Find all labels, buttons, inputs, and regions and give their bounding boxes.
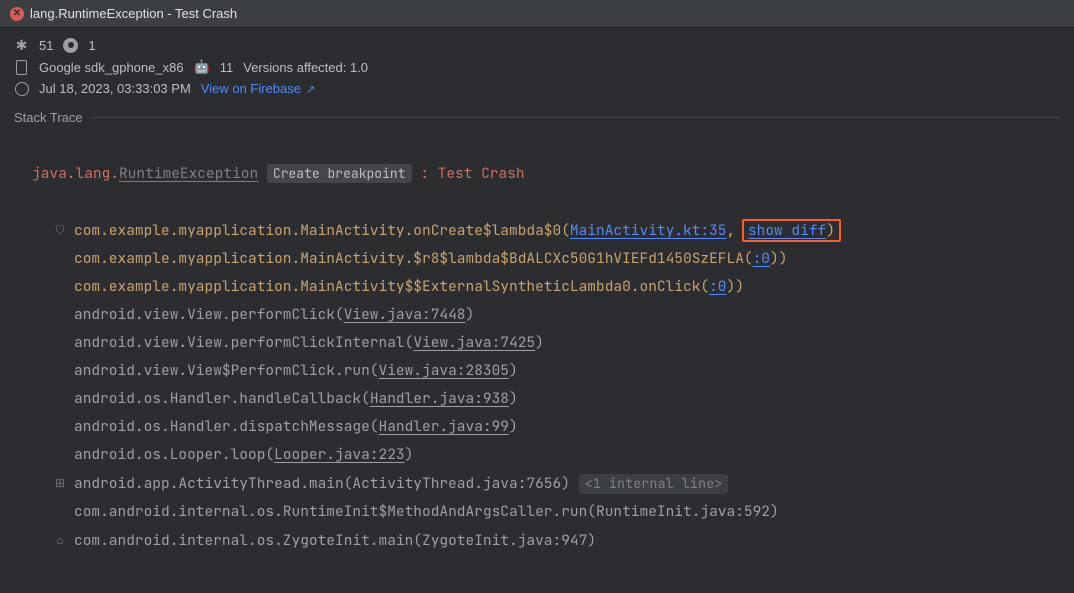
android-api: 11 bbox=[220, 60, 234, 75]
stack-frame: android.view.View.performClickInternal(V… bbox=[18, 329, 1064, 357]
frame-call: android.app.ActivityThread.main(Activity… bbox=[74, 474, 579, 493]
stack-frame: ⊞ android.app.ActivityThread.main(Activit… bbox=[18, 469, 1064, 498]
exception-class[interactable]: RuntimeException bbox=[119, 164, 258, 183]
android-icon: 🤖 bbox=[194, 59, 210, 75]
source-link[interactable]: Handler.java:99 bbox=[379, 417, 510, 436]
divider bbox=[91, 117, 1060, 118]
stack-trace-label: Stack Trace bbox=[14, 110, 83, 125]
stack-trace: java.lang.RuntimeException Create breakp… bbox=[0, 128, 1074, 593]
frame-call: com.android.internal.os.ZygoteInit.main(… bbox=[74, 531, 596, 550]
stack-frame: com.example.myapplication.MainActivity$$… bbox=[18, 273, 1064, 301]
view-on-firebase-link[interactable]: View on Firebase ↗ bbox=[201, 81, 316, 96]
frame-call: android.view.View.performClick( bbox=[74, 305, 344, 324]
gutter-icon[interactable]: ⊞ bbox=[52, 469, 68, 497]
clock-icon bbox=[14, 81, 29, 96]
device-icon bbox=[14, 60, 29, 75]
source-link[interactable]: :0 bbox=[753, 249, 770, 268]
timestamp-row: Jul 18, 2023, 03:33:03 PM View on Fireba… bbox=[14, 81, 1060, 96]
gutter-icon[interactable]: ⛉ bbox=[52, 216, 68, 244]
crash-count-icon bbox=[14, 38, 29, 53]
event-timestamp: Jul 18, 2023, 03:33:03 PM bbox=[39, 81, 191, 96]
source-link[interactable]: :0 bbox=[709, 277, 726, 296]
stack-frame: com.example.myapplication.MainActivity.$… bbox=[18, 245, 1064, 273]
frame-call: android.os.Handler.dispatchMessage( bbox=[74, 417, 379, 436]
frame-call: com.example.myapplication.MainActivity.$… bbox=[74, 249, 753, 268]
stack-frame: com.android.internal.os.RuntimeInit$Meth… bbox=[18, 498, 1064, 526]
stack-frame: android.os.Handler.handleCallback(Handle… bbox=[18, 385, 1064, 413]
error-icon: ✕ bbox=[10, 7, 24, 21]
stats-row: 51 1 bbox=[14, 38, 1060, 53]
gutter-icon[interactable]: ⌂ bbox=[52, 526, 68, 554]
frame-call: com.example.myapplication.MainActivity$$… bbox=[74, 277, 709, 296]
frame-call: android.view.View$PerformClick.run( bbox=[74, 361, 379, 380]
exception-message: Test Crash bbox=[438, 164, 525, 183]
frame-call: com.example.myapplication.MainActivity.o… bbox=[74, 221, 570, 240]
section-label-row: Stack Trace bbox=[0, 100, 1074, 128]
source-link[interactable]: View.java:7448 bbox=[344, 305, 466, 324]
stack-frame: ⌂ com.android.internal.os.ZygoteInit.main… bbox=[18, 526, 1064, 555]
stack-frame: android.os.Looper.loop(Looper.java:223) bbox=[18, 441, 1064, 469]
create-breakpoint-button[interactable]: Create breakpoint bbox=[267, 164, 412, 183]
device-name: Google sdk_gphone_x86 bbox=[39, 60, 184, 75]
stack-frame: ⛉ com.example.myapplication.MainActivity.… bbox=[18, 216, 1064, 245]
show-diff-link[interactable]: show diff bbox=[748, 221, 826, 240]
stack-frame: android.os.Handler.dispatchMessage(Handl… bbox=[18, 413, 1064, 441]
internal-line-badge[interactable]: <1 internal line> bbox=[579, 474, 729, 494]
window-header: ✕ lang.RuntimeException - Test Crash bbox=[0, 0, 1074, 28]
frame-call: com.android.internal.os.RuntimeInit$Meth… bbox=[74, 502, 779, 521]
crash-count: 51 bbox=[39, 38, 53, 53]
user-count: 1 bbox=[88, 38, 95, 53]
exception-separator: : bbox=[412, 164, 438, 183]
frame-call: android.view.View.performClickInternal( bbox=[74, 333, 413, 352]
window-title: lang.RuntimeException - Test Crash bbox=[30, 6, 237, 21]
external-link-icon: ↗ bbox=[303, 84, 315, 96]
highlight-box: show diff) bbox=[742, 219, 841, 242]
source-link[interactable]: View.java:7425 bbox=[413, 333, 535, 352]
source-link[interactable]: View.java:28305 bbox=[379, 361, 510, 380]
stack-frame: android.view.View.performClick(View.java… bbox=[18, 301, 1064, 329]
source-link[interactable]: MainActivity.kt:35 bbox=[570, 221, 727, 240]
crash-meta: 51 1 Google sdk_gphone_x86 🤖 11 Versions… bbox=[0, 28, 1074, 100]
source-link[interactable]: Handler.java:938 bbox=[370, 389, 509, 408]
frame-call: android.os.Looper.loop( bbox=[74, 445, 274, 464]
source-link[interactable]: Looper.java:223 bbox=[274, 445, 405, 464]
exception-package: java.lang. bbox=[32, 164, 119, 183]
user-count-icon bbox=[63, 38, 78, 53]
versions-affected: Versions affected: 1.0 bbox=[243, 60, 368, 75]
stack-frame: android.view.View$PerformClick.run(View.… bbox=[18, 357, 1064, 385]
exception-line: java.lang.RuntimeException Create breakp… bbox=[18, 160, 1064, 188]
device-row: Google sdk_gphone_x86 🤖 11 Versions affe… bbox=[14, 59, 1060, 75]
frame-call: android.os.Handler.handleCallback( bbox=[74, 389, 370, 408]
